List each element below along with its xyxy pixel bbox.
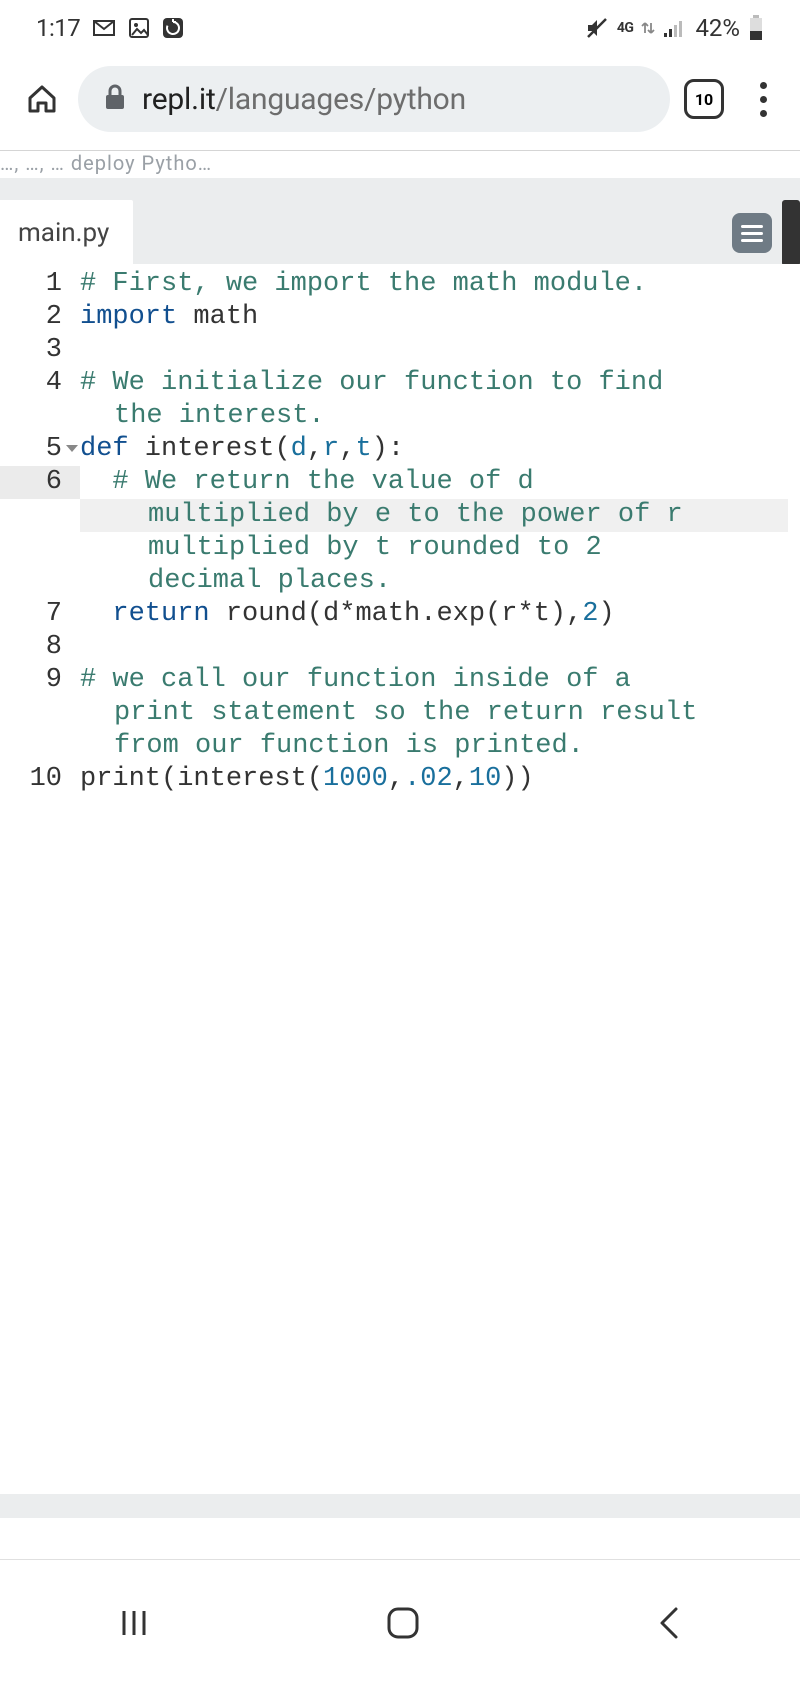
browser-bar: repl.it/languages/python 10: [0, 52, 800, 150]
editor-area: main.py 1 # First, we import the math mo…: [0, 178, 800, 1518]
back-button[interactable]: [654, 1603, 684, 1647]
line-number: 2: [0, 301, 80, 334]
line-number: 8: [0, 631, 80, 664]
code-line: 4 # We initialize our function to findth…: [0, 367, 800, 433]
code-line: 7 return round(d*math.exp(r*t),2): [0, 598, 800, 631]
lock-icon: [104, 84, 126, 114]
fold-marker-icon[interactable]: [66, 445, 78, 452]
file-tab-row: main.py: [0, 178, 800, 264]
url-domain: repl.it: [142, 82, 216, 117]
gallery-icon: [128, 17, 150, 39]
file-list-icon[interactable]: [732, 213, 772, 253]
recents-button[interactable]: [116, 1605, 152, 1645]
scrollbar-thumb[interactable]: [782, 200, 800, 266]
line-number: 5: [0, 433, 80, 466]
battery-icon: [748, 15, 764, 41]
home-button[interactable]: [20, 77, 64, 121]
status-time: 1:17: [36, 14, 80, 42]
url-path: /languages/python: [216, 82, 466, 117]
refresh-badge-icon: [162, 17, 184, 39]
status-right: 4G 42%: [585, 14, 764, 42]
line-number: 6: [0, 466, 80, 499]
url-bar[interactable]: repl.it/languages/python: [78, 66, 670, 132]
line-number: 9: [0, 664, 80, 697]
home-nav-button[interactable]: [383, 1603, 423, 1647]
gmail-icon: [92, 19, 116, 37]
status-bar: 1:17 4G 42%: [0, 0, 800, 52]
code-line: 1 # First, we import the math module.: [0, 268, 800, 301]
line-number: 4: [0, 367, 80, 400]
code-line: 3: [0, 334, 800, 367]
code-line: 5 def interest(d,r,t):: [0, 433, 800, 466]
code-line: 8: [0, 631, 800, 664]
battery-percent: 42%: [695, 14, 740, 42]
code-line: 9 # we call our function inside of aprin…: [0, 664, 800, 763]
data-arrows-icon: [641, 19, 655, 37]
signal-icon: [663, 19, 687, 37]
system-nav-bar: [0, 1559, 800, 1689]
code-line: 6 # We return the value of dmultiplied b…: [0, 466, 800, 598]
code-line: 10 print(interest(1000,.02,10)): [0, 763, 800, 796]
status-left: 1:17: [36, 14, 184, 42]
tab-count-button[interactable]: 10: [684, 79, 724, 119]
line-number: 7: [0, 598, 80, 631]
line-number: 3: [0, 334, 80, 367]
file-tab[interactable]: main.py: [0, 200, 133, 264]
code-editor[interactable]: 1 # First, we import the math module. 2 …: [0, 264, 800, 1494]
network-4g-icon: 4G: [617, 20, 634, 36]
browser-menu-button[interactable]: [746, 82, 780, 117]
url-text: repl.it/languages/python: [142, 82, 466, 117]
line-number: 1: [0, 268, 80, 301]
line-number: 10: [0, 763, 80, 796]
code-line: 2 import math: [0, 301, 800, 334]
page-truncated-header: …, …, … deploy Pytho…: [0, 150, 800, 178]
mute-icon: [585, 16, 609, 40]
